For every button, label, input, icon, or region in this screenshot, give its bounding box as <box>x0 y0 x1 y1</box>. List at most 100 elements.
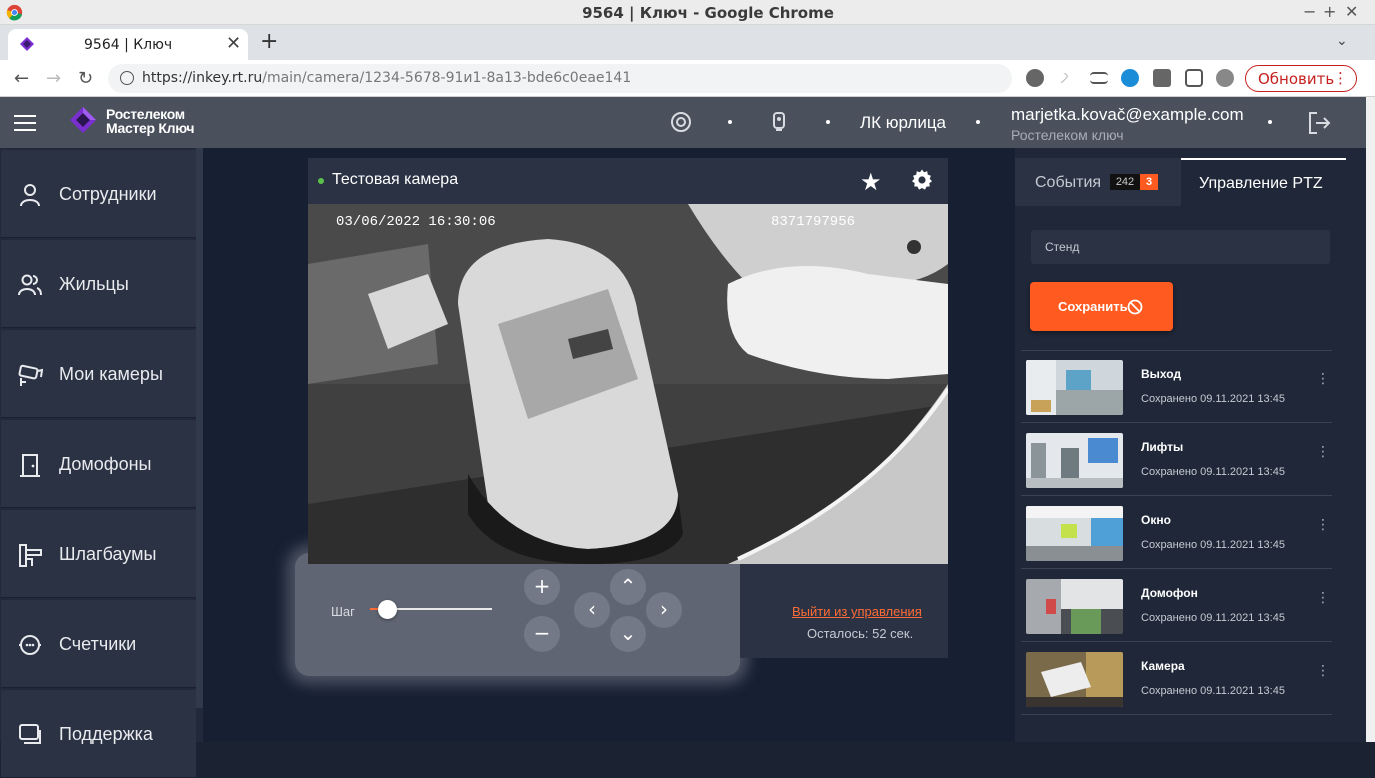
separator-dot <box>976 120 980 124</box>
preset-item[interactable]: Лифты Сохранено 09.11.2021 13:45 ⋮ <box>1021 424 1332 496</box>
tab-events[interactable]: События <box>1035 174 1101 192</box>
close-tab-icon[interactable]: ✕ <box>226 33 241 54</box>
pan-left-button[interactable]: ‹ <box>574 592 610 628</box>
pan-up-button[interactable]: ⌃ <box>610 569 646 605</box>
preset-saved-date: Сохранено 09.11.2021 13:45 <box>1141 466 1285 478</box>
preset-name: Окно <box>1141 513 1171 527</box>
separator-dot <box>826 120 830 124</box>
chevron-right-icon[interactable] <box>1057 72 1069 84</box>
camera-video-feed[interactable]: 03/06/2022 16:30:06 8371797956 <box>308 204 948 564</box>
preset-name-input[interactable] <box>1031 230 1330 264</box>
page-scrollbar[interactable] <box>1366 97 1375 742</box>
intercom-device-icon[interactable] <box>768 111 790 133</box>
extension-icon[interactable] <box>1026 69 1044 87</box>
app-header: Ростелеком Мастер Ключ ЛК юрлица marjetk… <box>0 97 1366 148</box>
preset-thumbnail <box>1026 433 1123 488</box>
account-type-link[interactable]: ЛК юрлица <box>860 113 946 133</box>
camera-name: Тестовая камера <box>332 171 459 188</box>
hamburger-menu-icon[interactable] <box>14 115 36 131</box>
sidepanel-icon[interactable] <box>1185 69 1203 87</box>
sidebar-item-barriers[interactable]: Шлагбаумы <box>1 510 196 598</box>
preset-item[interactable]: Окно Сохранено 09.11.2021 13:45 ⋮ <box>1021 497 1332 569</box>
address-bar[interactable]: https://inkey.rt.ru/main/camera/1234-567… <box>108 64 1012 93</box>
preset-saved-date: Сохранено 09.11.2021 13:45 <box>1141 612 1285 624</box>
tab-search-icon[interactable]: ⌄ <box>1336 33 1348 49</box>
preset-name: Домофон <box>1141 586 1198 600</box>
user-email[interactable]: marjetka.kovač@example.com <box>1011 105 1244 125</box>
sidebar-item-support[interactable]: Поддержка <box>1 690 196 778</box>
kebab-menu-icon[interactable]: ⋮ <box>1316 371 1330 387</box>
sidebar-item-my-cameras[interactable]: Мои камеры <box>1 330 196 418</box>
preset-item[interactable]: Камера Сохранено 09.11.2021 13:45 ⋮ <box>1021 643 1332 715</box>
support-lifebuoy-icon[interactable] <box>670 111 692 133</box>
preset-thumbnail <box>1026 506 1123 561</box>
preset-thumbnail <box>1026 579 1123 634</box>
back-button[interactable]: ← <box>14 68 29 89</box>
preset-saved-date: Сохранено 09.11.2021 13:45 <box>1141 685 1285 697</box>
update-button[interactable]: Обновить ⋮ <box>1245 65 1357 92</box>
ptz-control-bar: Шаг + − ⌃ ‹ › ⌄ Выйти из управления Оста… <box>308 564 948 658</box>
tab-ptz-control[interactable]: Управление PTZ <box>1181 158 1346 206</box>
tab-title: 9564 | Ключ <box>84 37 173 53</box>
pan-down-button[interactable]: ⌄ <box>610 616 646 652</box>
kebab-menu-icon[interactable]: ⋮ <box>1316 663 1330 679</box>
settings-gear-icon[interactable] <box>910 168 934 192</box>
sidebar-item-meters[interactable]: Счетчики <box>1 600 196 688</box>
site-info-icon[interactable] <box>120 71 134 85</box>
zoom-in-button[interactable]: + <box>524 569 560 605</box>
video-timestamp: 03/06/2022 16:30:06 <box>336 214 496 230</box>
profile-icon[interactable] <box>1216 69 1234 87</box>
video-frame <box>308 204 948 564</box>
url-text[interactable]: https://inkey.rt.ru/main/camera/1234-567… <box>142 70 631 86</box>
tab-strip: 9564 | Ключ ✕ + ⌄ <box>0 25 1375 60</box>
sidebar-item-intercoms[interactable]: Домофоны <box>1 420 196 508</box>
pan-right-button[interactable]: › <box>646 592 682 628</box>
kebab-menu-icon[interactable]: ⋮ <box>1333 69 1348 87</box>
step-slider[interactable] <box>370 600 492 619</box>
exit-control-link[interactable]: Выйти из управления <box>792 604 922 619</box>
preset-name: Камера <box>1141 659 1185 673</box>
translate-icon[interactable] <box>1121 69 1139 87</box>
events-count-badge: 242 <box>1110 174 1140 190</box>
sidebar-item-residents[interactable]: Жильцы <box>1 240 196 328</box>
sidebar-item-label: Шлагбаумы <box>59 544 157 564</box>
preset-item[interactable]: Выход Сохранено 09.11.2021 13:45 ⋮ <box>1021 351 1332 423</box>
sidebar-scrollbar[interactable] <box>196 148 203 708</box>
preset-item[interactable]: Домофон Сохранено 09.11.2021 13:45 ⋮ <box>1021 570 1332 642</box>
kebab-menu-icon[interactable]: ⋮ <box>1316 444 1330 460</box>
list-icon[interactable] <box>1090 72 1108 84</box>
new-tab-button[interactable]: + <box>260 29 278 54</box>
maximize-button[interactable]: + <box>1323 2 1336 21</box>
video-serial: 8371797956 <box>771 214 856 230</box>
puzzle-icon[interactable] <box>1153 69 1171 87</box>
step-label: Шаг <box>331 604 355 619</box>
camera-header: Тестовая камера ★ <box>308 158 948 204</box>
favorite-star-icon[interactable]: ★ <box>860 168 882 196</box>
preset-name-field[interactable] <box>1031 230 1330 264</box>
zoom-out-button[interactable]: − <box>524 616 560 652</box>
logout-icon[interactable] <box>1306 110 1332 136</box>
close-window-button[interactable]: ✕ <box>1345 2 1358 21</box>
update-label: Обновить <box>1258 70 1335 88</box>
online-status-dot <box>318 178 324 184</box>
barrier-icon <box>19 544 42 567</box>
preset-thumbnail <box>1026 360 1123 415</box>
minimize-button[interactable]: − <box>1303 2 1316 21</box>
sidebar-item-label: Мои камеры <box>59 364 163 384</box>
kebab-menu-icon[interactable]: ⋮ <box>1316 517 1330 533</box>
preset-saved-date: Сохранено 09.11.2021 13:45 <box>1141 539 1285 551</box>
meter-icon <box>19 635 41 655</box>
forward-button[interactable]: → <box>46 68 61 89</box>
favicon-icon <box>20 37 34 51</box>
rostelecom-logo-icon <box>70 107 96 133</box>
user-organization: Ростелеком ключ <box>1011 127 1124 143</box>
reload-button[interactable]: ↻ <box>78 68 93 89</box>
kebab-menu-icon[interactable]: ⋮ <box>1316 590 1330 606</box>
sidebar-item-label: Жильцы <box>59 274 129 294</box>
sidebar-item-employees[interactable]: Сотрудники <box>1 150 196 238</box>
url-path: /main/camera/1234-5678-91и1-8a13-bde6c0e… <box>262 70 632 86</box>
browser-tab[interactable]: 9564 | Ключ ✕ <box>8 29 248 60</box>
save-preset-button[interactable]: Сохранить <box>1030 282 1173 331</box>
step-slider-handle[interactable] <box>378 600 397 619</box>
person-icon <box>20 184 40 207</box>
